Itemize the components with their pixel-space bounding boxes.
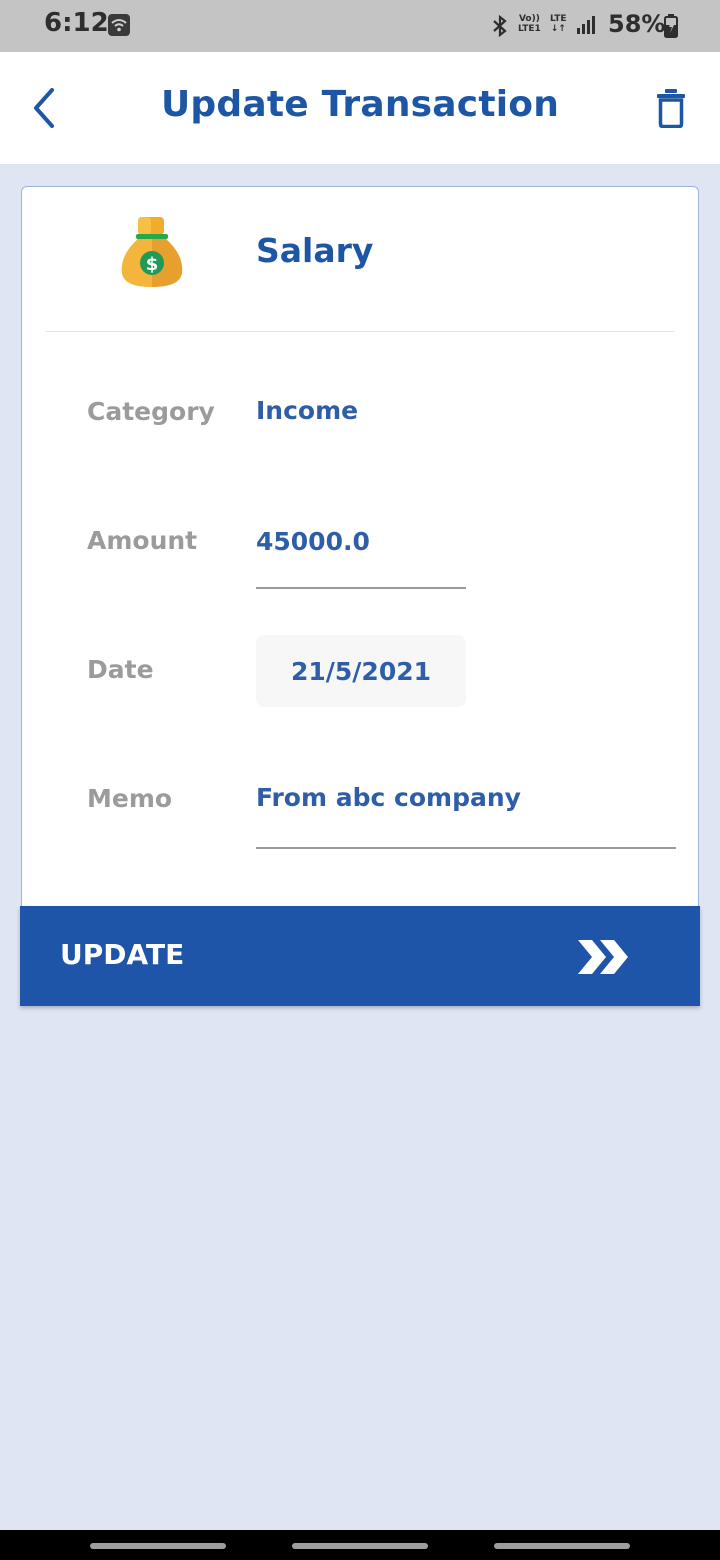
lte1-label: LTE1 bbox=[518, 24, 541, 34]
divider bbox=[46, 331, 674, 332]
status-bar: 6:12 Vo)) LTE1 LTE ↓↑ 58% bbox=[0, 0, 720, 52]
signal-icon bbox=[576, 14, 596, 40]
memo-label: Memo bbox=[87, 784, 173, 813]
status-time: 6:12 bbox=[44, 8, 109, 38]
battery-icon bbox=[664, 14, 678, 42]
lte-label: LTE bbox=[550, 14, 567, 24]
money-bag-icon: $ bbox=[118, 215, 186, 295]
bluetooth-icon bbox=[490, 14, 510, 42]
amount-label: Amount bbox=[87, 526, 198, 555]
volte-label: Vo)) bbox=[518, 14, 540, 24]
update-button[interactable]: UPDATE bbox=[20, 906, 700, 1006]
date-picker-button[interactable]: 21/5/2021 bbox=[256, 635, 466, 707]
amount-value: 45000.0 bbox=[256, 527, 370, 556]
data-arrows-label: ↓↑ bbox=[550, 24, 566, 34]
memo-input[interactable]: From abc company bbox=[256, 777, 676, 849]
category-label: Category bbox=[87, 397, 215, 426]
system-navigation-bar bbox=[0, 1530, 720, 1560]
amount-input[interactable]: 45000.0 bbox=[256, 521, 466, 589]
nav-recents-pill[interactable] bbox=[90, 1543, 226, 1549]
battery-percentage: 58% bbox=[608, 10, 666, 38]
date-label: Date bbox=[87, 655, 154, 684]
page-title: Update Transaction bbox=[160, 84, 560, 125]
double-chevron-right-icon bbox=[574, 936, 632, 982]
update-label: UPDATE bbox=[60, 938, 185, 971]
transaction-card: $ Salary Category Income Amount 45000.0 … bbox=[21, 186, 699, 907]
transaction-name: Salary bbox=[256, 231, 374, 270]
svg-text:$: $ bbox=[146, 254, 159, 275]
trash-icon[interactable] bbox=[656, 88, 686, 132]
wifi-icon bbox=[108, 14, 130, 40]
memo-value: From abc company bbox=[256, 783, 521, 812]
category-value: Income bbox=[256, 396, 359, 425]
lte-indicator: LTE ↓↑ bbox=[550, 14, 567, 34]
volte-indicator: Vo)) LTE1 bbox=[518, 14, 541, 34]
app-bar: Update Transaction bbox=[0, 52, 720, 164]
nav-back-pill[interactable] bbox=[494, 1543, 630, 1549]
nav-home-pill[interactable] bbox=[292, 1543, 428, 1549]
